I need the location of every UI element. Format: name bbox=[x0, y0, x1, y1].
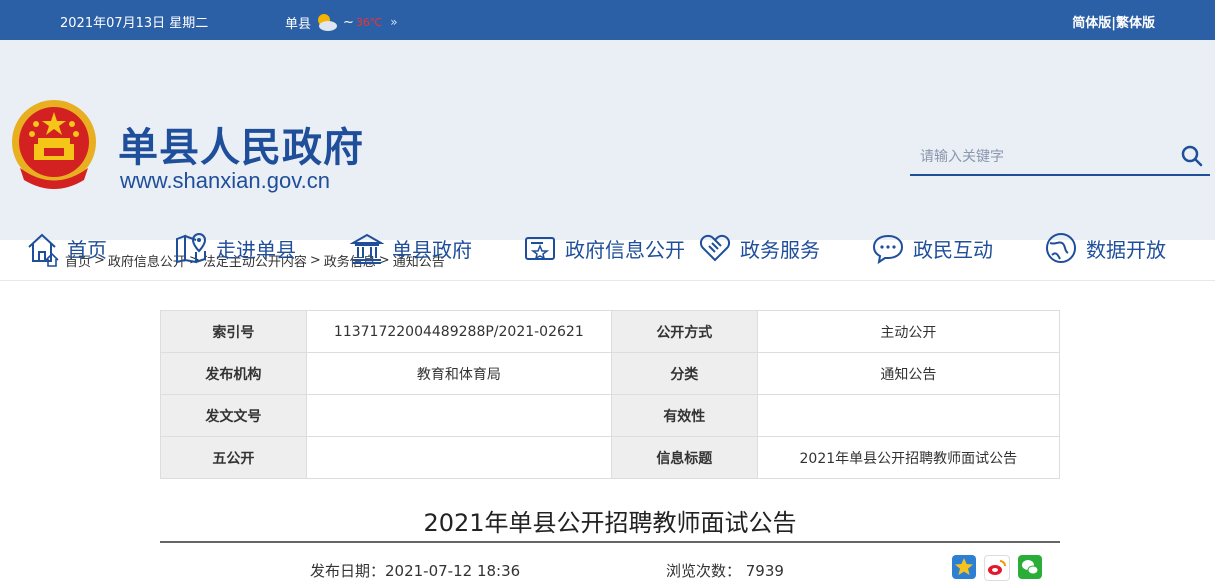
nav-label: 政府信息公开 bbox=[565, 237, 685, 262]
meta-key: 索引号 bbox=[160, 310, 307, 353]
table-row: 索引号 11371722004489288P/2021-02621 公开方式 主… bbox=[160, 310, 1061, 353]
wechat-share-icon[interactable] bbox=[1018, 555, 1042, 579]
meta-value: 11371722004489288P/2021-02621 bbox=[305, 310, 612, 353]
nav-item-interaction[interactable]: 政民互动 bbox=[871, 223, 993, 273]
weather-widget[interactable]: 单县 ~ 36℃ » bbox=[285, 11, 398, 33]
table-row: 五公开 信息标题 2021年单县公开招聘教师面试公告 bbox=[160, 436, 1061, 479]
search-input[interactable] bbox=[910, 140, 1172, 174]
weather-more-icon[interactable]: » bbox=[390, 15, 397, 29]
nav-item-about[interactable]: 走进单县 bbox=[174, 223, 296, 273]
simplified-chinese-link[interactable]: 简体版 bbox=[1072, 16, 1111, 31]
meta-key: 信息标题 bbox=[610, 436, 758, 479]
meta-value: 2021年单县公开招聘教师面试公告 bbox=[756, 436, 1061, 479]
id-card-icon bbox=[525, 237, 555, 260]
nav-item-home[interactable]: 首页 bbox=[25, 223, 107, 273]
nav-label: 单县政府 bbox=[392, 237, 472, 262]
meta-key: 发布机构 bbox=[160, 352, 307, 395]
globe-icon bbox=[1046, 233, 1076, 263]
nav-item-info-disclosure[interactable]: 政府信息公开 bbox=[523, 223, 685, 273]
meta-value: 教育和体育局 bbox=[305, 352, 612, 395]
meta-value bbox=[305, 394, 612, 437]
meta-key: 有效性 bbox=[610, 394, 758, 437]
nav-label: 走进单县 bbox=[216, 237, 296, 262]
site-header: 单县人民政府 www.shanxian.gov.cn 首页 走进单县 单县政府 … bbox=[0, 40, 1215, 265]
home-icon bbox=[28, 233, 56, 262]
meta-value: 主动公开 bbox=[756, 310, 1061, 353]
article-title: 2021年单县公开招聘教师面试公告 bbox=[423, 509, 797, 537]
nav-item-open-data[interactable]: 数据开放 bbox=[1044, 223, 1166, 273]
nav-item-services[interactable]: 政务服务 bbox=[698, 223, 820, 273]
current-date: 2021年07月13日 星期二 bbox=[60, 16, 209, 31]
sun-cloud-icon bbox=[318, 14, 338, 31]
nav-label: 政务服务 bbox=[740, 237, 820, 262]
meta-value bbox=[305, 436, 612, 479]
title-divider bbox=[160, 541, 1060, 543]
meta-key: 发文文号 bbox=[160, 394, 307, 437]
search-icon[interactable] bbox=[1180, 144, 1204, 168]
nav-label: 首页 bbox=[67, 237, 107, 262]
top-bar: 2021年07月13日 星期二 单县 ~ 36℃ » 简体版|繁体版 bbox=[0, 0, 1215, 40]
national-emblem-icon bbox=[12, 100, 96, 189]
nav-label: 数据开放 bbox=[1086, 237, 1166, 262]
traditional-chinese-link[interactable]: 繁体版 bbox=[1116, 16, 1155, 31]
handshake-icon bbox=[699, 234, 731, 262]
table-row: 发布机构 教育和体育局 分类 通知公告 bbox=[160, 352, 1061, 395]
nav-label: 政民互动 bbox=[913, 237, 993, 262]
weather-sep: ~ bbox=[343, 14, 354, 30]
meta-value: 通知公告 bbox=[756, 352, 1061, 395]
meta-key: 五公开 bbox=[160, 436, 307, 479]
share-buttons bbox=[952, 555, 1042, 581]
weather-temp-high: 36℃ bbox=[355, 15, 383, 29]
view-count: 浏览次数： 7939 bbox=[666, 562, 784, 580]
meta-value bbox=[756, 394, 1061, 437]
meta-key: 分类 bbox=[610, 352, 758, 395]
publish-date: 发布日期：2021-07-12 18:36 bbox=[310, 562, 521, 580]
site-url: www.shanxian.gov.cn bbox=[120, 168, 330, 193]
table-row: 发文文号 有效性 bbox=[160, 394, 1061, 437]
meta-key: 公开方式 bbox=[610, 310, 758, 353]
government-building-icon bbox=[350, 233, 384, 264]
map-pin-icon bbox=[176, 232, 207, 264]
document-meta-table: 索引号 11371722004489288P/2021-02621 公开方式 主… bbox=[160, 310, 1061, 479]
language-switch: 简体版|繁体版 bbox=[1072, 12, 1155, 31]
weibo-share-icon[interactable] bbox=[984, 555, 1010, 581]
site-title: 单县人民政府 bbox=[118, 125, 364, 171]
chat-bubble-icon bbox=[872, 234, 904, 265]
nav-item-government[interactable]: 单县政府 bbox=[350, 223, 472, 273]
main-nav: 首页 走进单县 单县政府 政府信息公开 政务服务 政民互动 数据开放 bbox=[0, 223, 1215, 273]
qzone-share-icon[interactable] bbox=[952, 555, 976, 579]
search-box bbox=[910, 140, 1210, 176]
weather-city: 单县 bbox=[285, 16, 312, 32]
